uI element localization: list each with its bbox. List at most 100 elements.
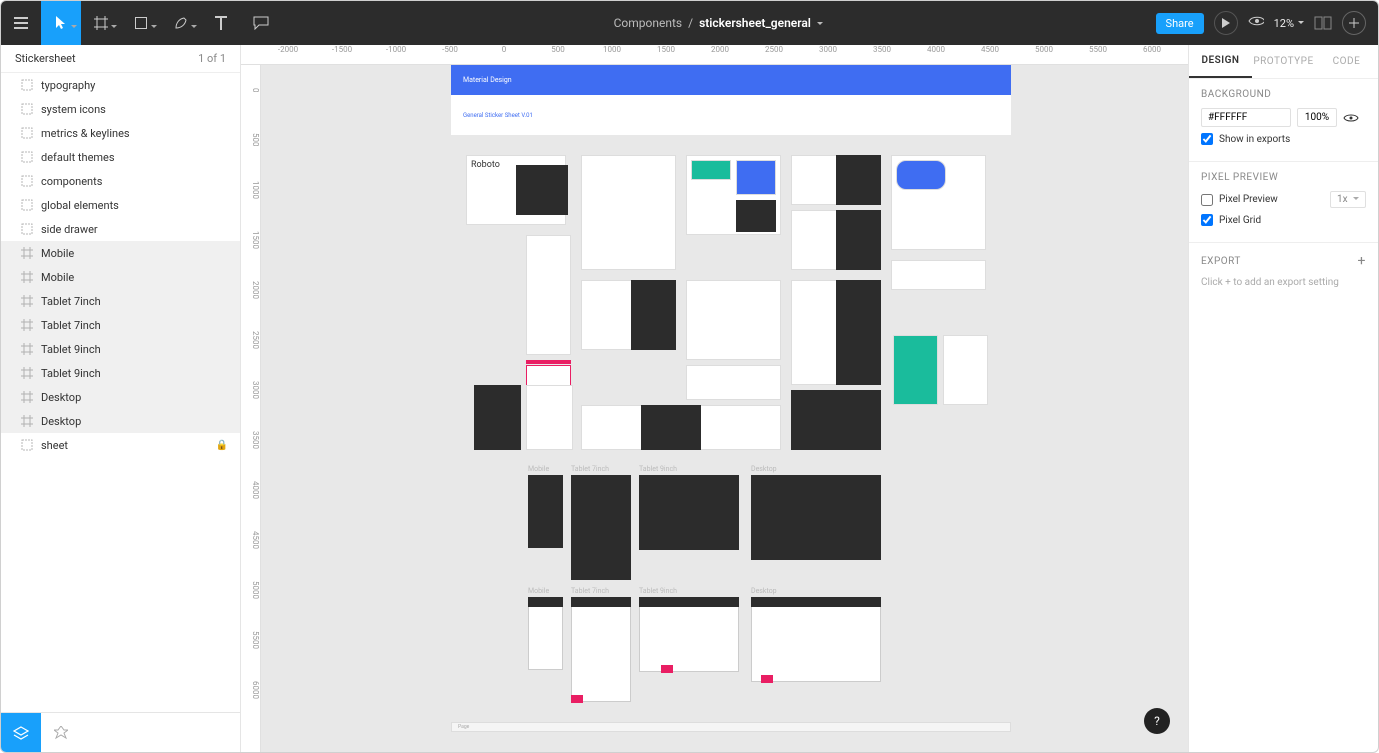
frame-icon — [21, 295, 33, 307]
show-in-exports-label: Show in exports — [1219, 134, 1290, 145]
card-block — [791, 390, 881, 450]
component-icon — [21, 223, 33, 235]
pixel-preview-checkbox[interactable] — [1201, 194, 1213, 206]
pen-tool[interactable] — [161, 1, 201, 45]
frame-mobile[interactable] — [528, 597, 563, 670]
card-block — [891, 260, 986, 290]
zoom-control[interactable]: 12% — [1274, 17, 1304, 30]
layer-row[interactable]: Tablet 9inch — [1, 361, 240, 385]
frame-icon — [21, 247, 33, 259]
layer-row[interactable]: Mobile — [1, 265, 240, 289]
layer-row[interactable]: system icons — [1, 97, 240, 121]
card-block — [836, 280, 881, 385]
pixel-grid-checkbox[interactable] — [1201, 214, 1213, 226]
pink-fab — [761, 675, 773, 683]
typography-dark — [516, 165, 568, 215]
layer-row[interactable]: Tablet 7inch — [1, 289, 240, 313]
card-block — [836, 210, 881, 270]
frame-icon — [21, 271, 33, 283]
layers-tab[interactable] — [1, 713, 41, 752]
hamburger-menu-icon[interactable] — [1, 1, 41, 45]
frame-tablet7[interactable] — [571, 475, 631, 580]
tab-design[interactable]: DESIGN — [1189, 45, 1252, 78]
library-icon[interactable] — [1314, 16, 1332, 30]
frame-desktop[interactable] — [751, 475, 881, 560]
card-block — [836, 155, 881, 205]
layer-row[interactable]: Desktop — [1, 385, 240, 409]
page-selector[interactable]: Stickersheet 1 of 1 — [1, 45, 240, 73]
assets-tab[interactable] — [41, 713, 81, 752]
add-button[interactable] — [1342, 11, 1366, 35]
tab-prototype[interactable]: PROTOTYPE — [1252, 45, 1315, 78]
pixel-preview-scale[interactable]: 1x — [1330, 191, 1366, 208]
help-button[interactable]: ? — [1144, 708, 1170, 734]
comment-tool[interactable] — [241, 1, 281, 45]
layer-name: Tablet 9inch — [41, 343, 101, 356]
background-color-input[interactable] — [1201, 108, 1291, 127]
chevron-down-icon[interactable] — [817, 22, 823, 28]
frame-desktop[interactable] — [751, 597, 881, 682]
layer-row[interactable]: global elements — [1, 193, 240, 217]
view-settings-icon[interactable] — [1248, 15, 1264, 31]
page-footer: Page — [451, 722, 1011, 732]
layer-row[interactable]: Mobile — [1, 241, 240, 265]
frame-label: Tablet 7inch — [571, 465, 609, 473]
pink-divider — [526, 360, 571, 364]
pink-fab — [661, 665, 673, 673]
frame-header — [528, 597, 563, 607]
section-title: PIXEL PREVIEW — [1201, 172, 1366, 183]
layer-row[interactable]: components — [1, 169, 240, 193]
add-export-button[interactable]: + — [1358, 253, 1366, 269]
share-button[interactable]: Share — [1156, 13, 1204, 34]
breadcrumb: Components / stickersheet_general — [281, 16, 1156, 30]
text-tool[interactable] — [201, 1, 241, 45]
dark-swatch — [736, 200, 776, 232]
top-toolbar: Components / stickersheet_general Share … — [1, 1, 1378, 45]
canvas-area: -2000-1500-1000-500050010001500200025003… — [241, 45, 1188, 752]
layer-row[interactable]: side drawer — [1, 217, 240, 241]
layer-name: components — [41, 175, 102, 188]
layer-row[interactable]: Desktop — [1, 409, 240, 433]
background-opacity-input[interactable] — [1297, 108, 1337, 127]
breadcrumb-project[interactable]: Components — [614, 16, 683, 30]
phone-mock — [526, 235, 571, 355]
layer-name: Tablet 7inch — [41, 295, 101, 308]
component-icon — [21, 127, 33, 139]
layer-row[interactable]: sheet🔒 — [1, 433, 240, 457]
canvas[interactable]: Material Design General Sticker Sheet V.… — [261, 65, 1188, 752]
frame-tool[interactable] — [81, 1, 121, 45]
lock-icon[interactable]: 🔒 — [216, 440, 228, 451]
move-tool[interactable] — [41, 1, 81, 45]
teal-swatch — [691, 160, 731, 180]
layer-name: default themes — [41, 151, 115, 164]
layer-row[interactable]: Tablet 9inch — [1, 337, 240, 361]
shape-tool[interactable] — [121, 1, 161, 45]
frame-mobile[interactable] — [528, 475, 563, 548]
left-bottom-tabs — [1, 712, 240, 752]
layer-row[interactable]: default themes — [1, 145, 240, 169]
frame-label: Desktop — [751, 465, 777, 473]
blue-swatch — [736, 160, 776, 195]
layer-name: Mobile — [41, 247, 74, 260]
layer-row[interactable]: Tablet 7inch — [1, 313, 240, 337]
show-in-exports-checkbox[interactable] — [1201, 133, 1213, 145]
frame-tablet9[interactable] — [639, 597, 739, 672]
layer-row[interactable]: metrics & keylines — [1, 121, 240, 145]
visibility-toggle-icon[interactable] — [1343, 113, 1359, 123]
frame-icon — [21, 343, 33, 355]
layers-panel: Stickersheet 1 of 1 typographysystem ico… — [1, 45, 241, 752]
layer-row[interactable]: typography — [1, 73, 240, 97]
inspector-tabs: DESIGN PROTOTYPE CODE — [1189, 45, 1378, 79]
chevron-down-icon — [1298, 21, 1304, 27]
frame-tablet7[interactable] — [571, 597, 631, 702]
card-block — [686, 365, 781, 400]
frame-tablet9[interactable] — [639, 475, 739, 550]
breadcrumb-document[interactable]: stickersheet_general — [699, 16, 811, 30]
frame-header — [571, 597, 631, 607]
tab-code[interactable]: CODE — [1315, 45, 1378, 78]
export-section: EXPORT + Click + to add an export settin… — [1189, 243, 1378, 298]
hero-banner: Material Design — [451, 65, 1011, 95]
frame-label: Tablet 9inch — [639, 587, 677, 595]
present-button[interactable] — [1214, 11, 1238, 35]
page-name: Stickersheet — [15, 52, 76, 65]
